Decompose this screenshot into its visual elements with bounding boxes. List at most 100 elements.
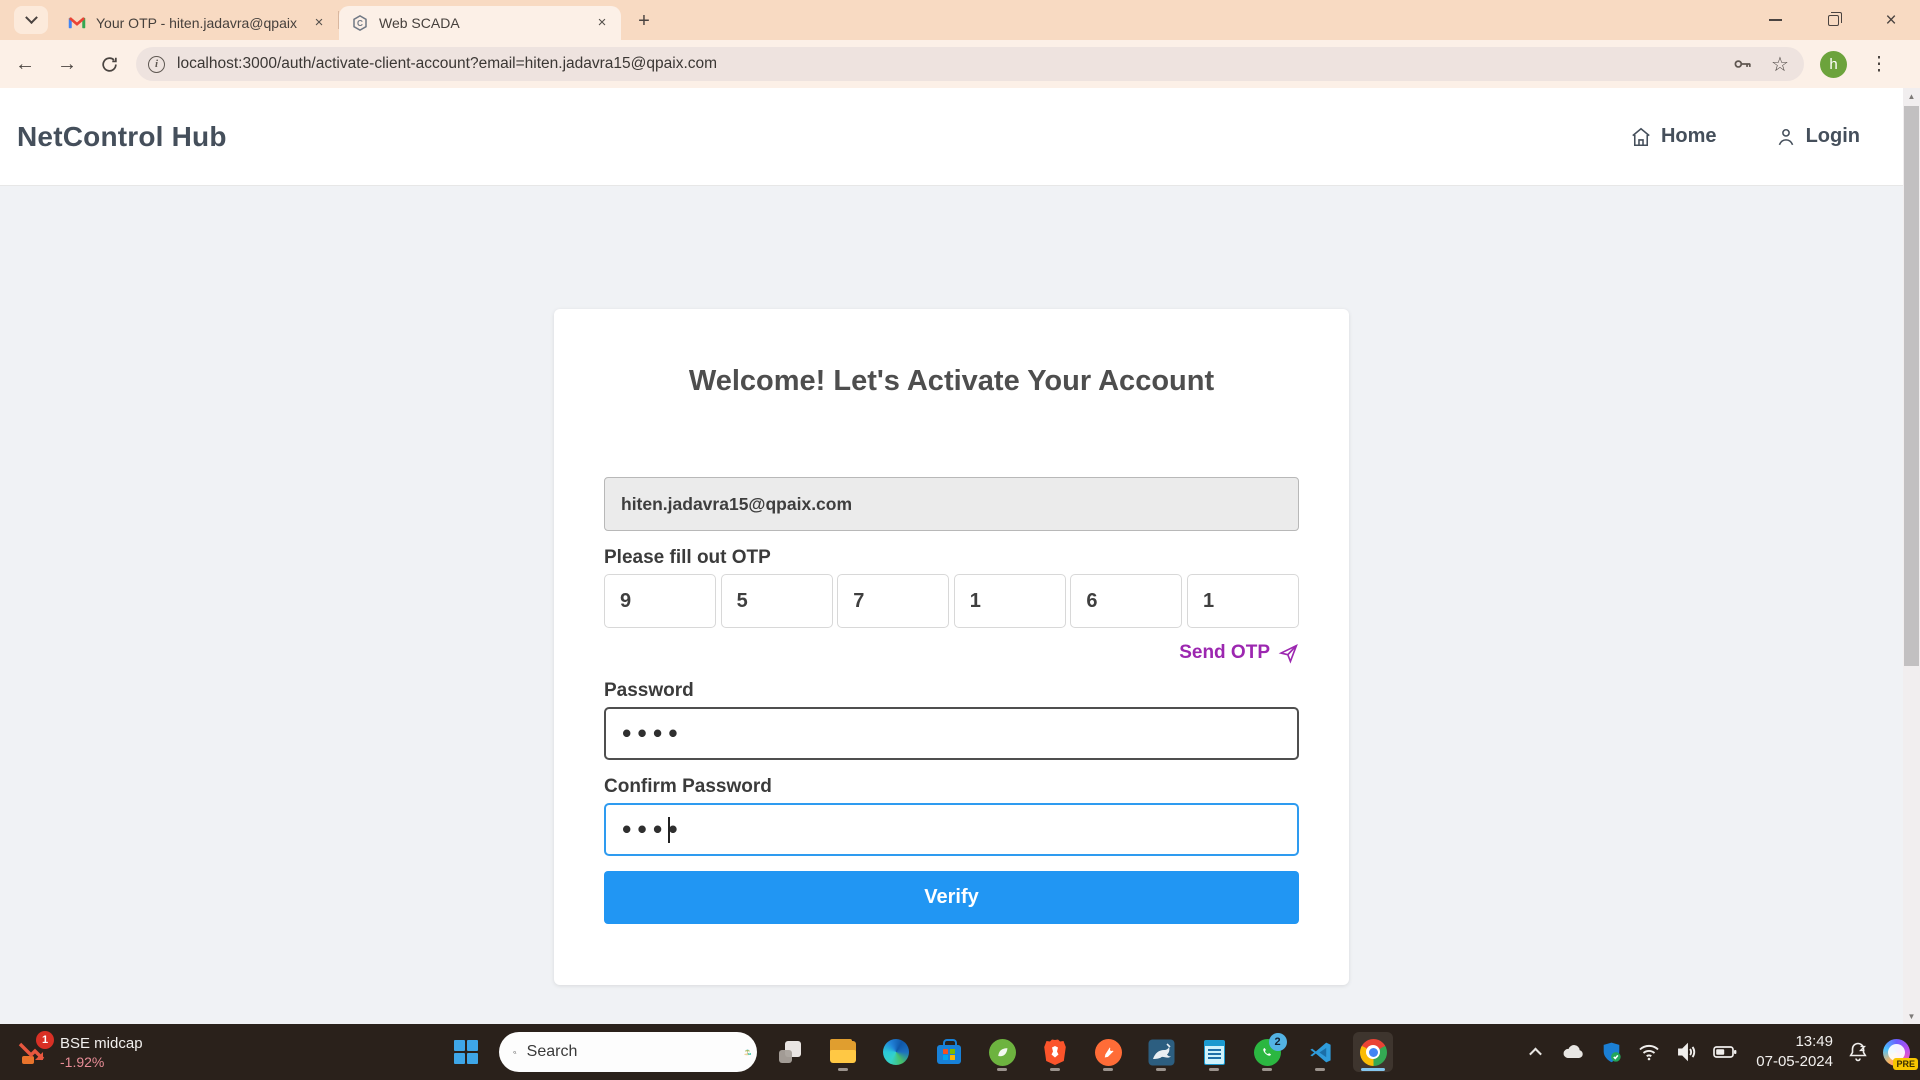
reload-icon xyxy=(100,55,119,74)
brave-button[interactable] xyxy=(1035,1032,1075,1072)
wifi-icon xyxy=(1637,1040,1661,1064)
running-indicator xyxy=(1050,1068,1060,1071)
whatsapp-button[interactable]: 2 xyxy=(1247,1032,1287,1072)
nav-home-link[interactable]: Home xyxy=(1630,125,1717,148)
window-restore-button[interactable] xyxy=(1804,0,1862,40)
brave-icon xyxy=(1043,1039,1067,1065)
running-indicator xyxy=(1156,1068,1166,1071)
task-view-button[interactable] xyxy=(770,1032,810,1072)
running-indicator xyxy=(997,1068,1007,1071)
onedrive-button[interactable] xyxy=(1560,1039,1586,1065)
page-scrollbar[interactable]: ▲ ▼ xyxy=(1903,88,1920,1024)
password-field[interactable] xyxy=(604,707,1299,760)
tab-search-button[interactable] xyxy=(14,6,48,34)
scrollbar-thumb[interactable] xyxy=(1904,106,1919,666)
notification-center-button[interactable] xyxy=(1845,1039,1871,1065)
minimize-icon xyxy=(1769,19,1782,21)
spring-icon xyxy=(989,1039,1016,1066)
mysql-workbench-icon xyxy=(1148,1039,1175,1066)
tab-title: Web SCADA xyxy=(379,15,593,31)
taskbar-center: 2 xyxy=(446,1024,1393,1080)
chrome-icon xyxy=(1360,1039,1387,1066)
otp-digit-6[interactable] xyxy=(1187,574,1299,628)
copilot-button[interactable]: PRE xyxy=(1883,1039,1910,1066)
postman-icon xyxy=(1095,1039,1122,1066)
edge-button[interactable] xyxy=(876,1032,916,1072)
nav-login-link[interactable]: Login xyxy=(1775,125,1860,148)
taskbar-clock[interactable]: 13:49 07-05-2024 xyxy=(1756,1032,1833,1073)
address-bar[interactable]: i localhost:3000/auth/activate-client-ac… xyxy=(136,47,1804,81)
widgets-button[interactable]: 1 BSE midcap -1.92% xyxy=(14,1024,143,1080)
verify-button[interactable]: Verify xyxy=(604,871,1299,924)
forward-button[interactable]: → xyxy=(50,47,84,81)
window-minimize-button[interactable] xyxy=(1746,0,1804,40)
start-button[interactable] xyxy=(446,1032,486,1072)
windows-taskbar: 1 BSE midcap -1.92% xyxy=(0,1024,1920,1080)
send-otp-link[interactable]: Send OTP xyxy=(1179,642,1270,664)
battery-icon xyxy=(1712,1039,1738,1065)
nav-login-label: Login xyxy=(1806,125,1860,148)
file-explorer-button[interactable] xyxy=(823,1032,863,1072)
postman-button[interactable] xyxy=(1088,1032,1128,1072)
email-field[interactable] xyxy=(604,477,1299,531)
microsoft-store-button[interactable] xyxy=(929,1032,969,1072)
otp-digit-4[interactable] xyxy=(954,574,1066,628)
widget-notification-badge: 1 xyxy=(36,1031,54,1049)
star-icon: ☆ xyxy=(1771,52,1789,77)
speaker-icon xyxy=(1675,1040,1699,1064)
onedrive-cloud-icon xyxy=(1560,1039,1586,1065)
browser-profile-avatar[interactable]: h xyxy=(1820,51,1847,78)
notepad-icon xyxy=(1204,1040,1225,1065)
volume-button[interactable] xyxy=(1674,1039,1700,1065)
vscode-icon xyxy=(1308,1040,1333,1065)
text-caret xyxy=(668,817,670,843)
tab-gmail[interactable]: Your OTP - hiten.jadavra@qpaix × xyxy=(56,6,338,40)
browser-menu-button[interactable]: ⋮ xyxy=(1867,53,1891,76)
otp-digit-5[interactable] xyxy=(1070,574,1182,628)
new-tab-button[interactable]: + xyxy=(629,6,659,36)
close-icon: × xyxy=(1885,11,1896,30)
svg-text:C: C xyxy=(357,19,363,28)
widget-title: BSE midcap xyxy=(60,1035,143,1052)
otp-digit-2[interactable] xyxy=(721,574,833,628)
windows-security-button[interactable] xyxy=(1598,1039,1624,1065)
file-explorer-icon xyxy=(830,1041,856,1063)
scroll-up-icon[interactable]: ▲ xyxy=(1903,88,1920,104)
windows-logo-icon xyxy=(454,1040,478,1064)
scroll-down-icon[interactable]: ▼ xyxy=(1903,1008,1920,1024)
tray-overflow-button[interactable] xyxy=(1522,1039,1548,1065)
activation-card: Welcome! Let's Activate Your Account Ple… xyxy=(554,309,1349,985)
system-tray: 13:49 07-05-2024 PRE xyxy=(1522,1024,1910,1080)
url-text[interactable]: localhost:3000/auth/activate-client-acco… xyxy=(177,55,1716,73)
running-indicator xyxy=(1103,1068,1113,1071)
notepad-button[interactable] xyxy=(1194,1032,1234,1072)
site-info-icon[interactable]: i xyxy=(148,56,165,73)
tab-title: Your OTP - hiten.jadavra@qpaix xyxy=(96,15,310,31)
password-manager-button[interactable] xyxy=(1730,52,1754,76)
otp-digit-1[interactable] xyxy=(604,574,716,628)
vscode-button[interactable] xyxy=(1300,1032,1340,1072)
taskbar-search[interactable] xyxy=(499,1032,757,1072)
search-input[interactable] xyxy=(527,1043,734,1061)
otp-digit-3[interactable] xyxy=(837,574,949,628)
confirm-password-field[interactable] xyxy=(604,803,1299,856)
bookmark-button[interactable]: ☆ xyxy=(1768,52,1792,76)
nav-home-label: Home xyxy=(1661,125,1717,148)
battery-button[interactable] xyxy=(1712,1039,1738,1065)
send-icon[interactable] xyxy=(1278,643,1299,664)
spring-tool-button[interactable] xyxy=(982,1032,1022,1072)
site-header: NetControl Hub Home Login xyxy=(0,88,1920,186)
brand-title: NetControl Hub xyxy=(17,121,227,153)
window-controls: × xyxy=(1746,0,1920,40)
window-close-button[interactable]: × xyxy=(1862,0,1920,40)
tab-webscada[interactable]: C Web SCADA × xyxy=(339,6,621,40)
wifi-button[interactable] xyxy=(1636,1039,1662,1065)
close-icon[interactable]: × xyxy=(310,14,328,32)
back-button[interactable]: ← xyxy=(8,47,42,81)
reload-button[interactable] xyxy=(92,47,126,81)
browser-tabstrip: Your OTP - hiten.jadavra@qpaix × C Web S… xyxy=(0,0,1920,40)
close-icon[interactable]: × xyxy=(593,14,611,32)
running-indicator xyxy=(1315,1068,1325,1071)
chrome-button[interactable] xyxy=(1353,1032,1393,1072)
mysql-workbench-button[interactable] xyxy=(1141,1032,1181,1072)
